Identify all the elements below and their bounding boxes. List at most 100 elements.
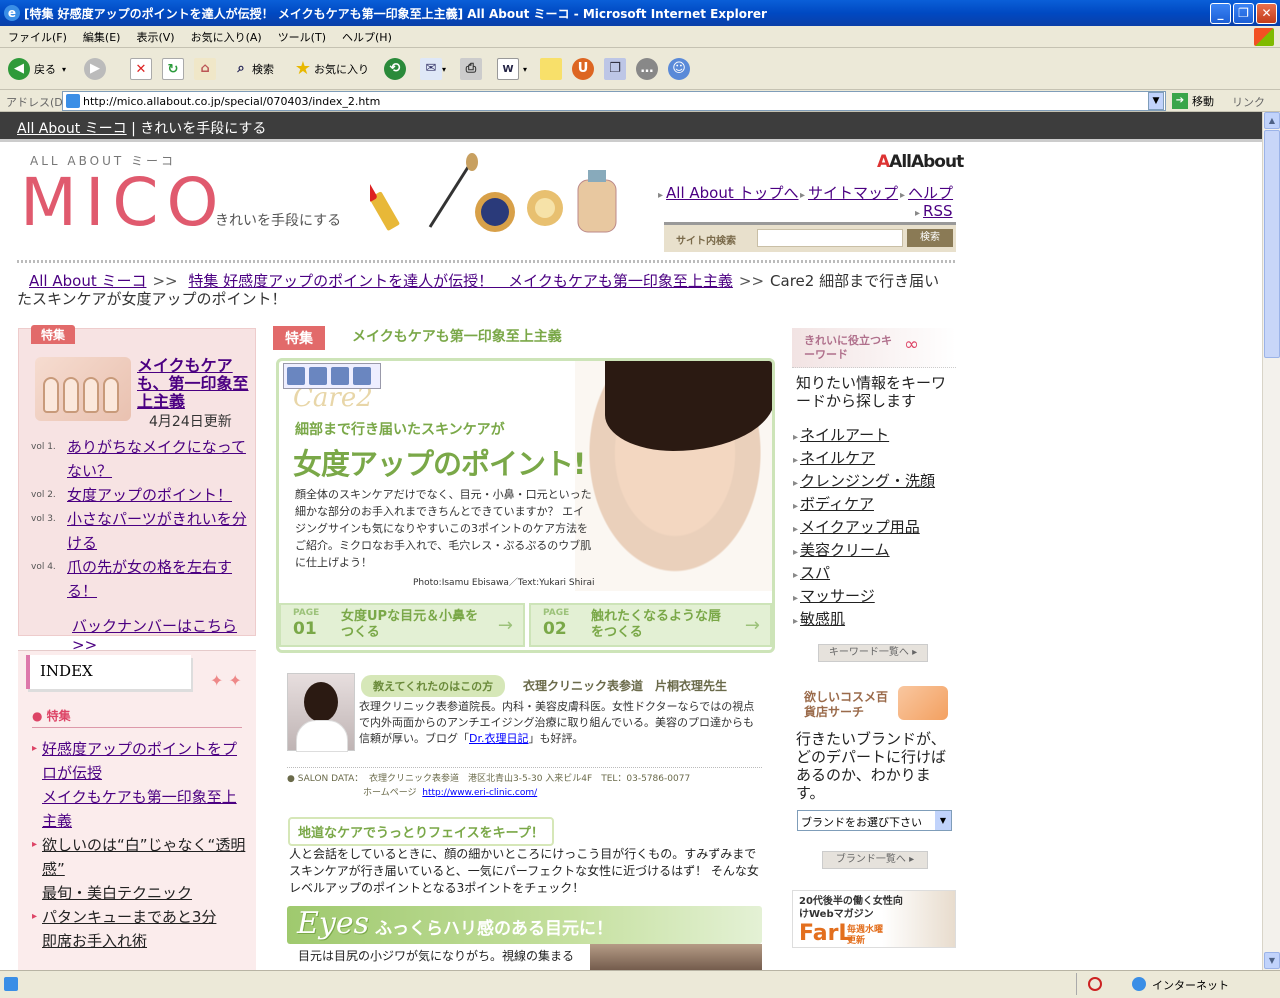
back-numbers-link[interactable]: バックナンバーはこちら >> <box>72 615 255 654</box>
favorites-button[interactable]: ★ お気に入り <box>292 57 369 81</box>
allabout-logo[interactable]: AAllAbout <box>877 152 964 172</box>
note-icon <box>540 58 562 80</box>
page-01-link[interactable]: PAGE 01 女度UPな目元＆小鼻をつくる → <box>279 603 525 647</box>
close-button[interactable]: ✕ <box>1256 3 1277 24</box>
status-bar: インターネット <box>0 970 1280 998</box>
hero-banner: Care2 細部まで行き届いたスキンケアが 女度アップのポイント! 顔全体のスキ… <box>276 358 775 653</box>
history-button[interactable]: ⟲ <box>384 57 406 81</box>
vol-item[interactable]: vol 2. 女度アップのポイント！ <box>31 483 251 507</box>
keyword-link[interactable]: ▸ マッサージ <box>793 585 875 606</box>
maximize-button[interactable]: ❐ <box>1233 3 1254 24</box>
section-heading: 地道なケアでうっとりフェイスをキープ！ <box>288 817 554 846</box>
keyword-link[interactable]: ▸ 美容クリーム <box>793 539 890 560</box>
vol-item[interactable]: vol 3. 小さなパーツがきれいを分ける <box>31 507 251 555</box>
search-label: サイト内検索 <box>676 236 736 247</box>
discuss-button[interactable]: … <box>636 57 658 81</box>
page-02-link[interactable]: PAGE 02 触れたくなるような唇をつくる → <box>529 603 772 647</box>
vol-item[interactable]: vol 1. ありがちなメイクになってない？ <box>31 435 251 483</box>
stop-button[interactable]: ✕ <box>130 57 152 81</box>
keyword-link[interactable]: ▸ ネイルケア <box>793 447 875 468</box>
scroll-thumb[interactable] <box>1264 130 1280 358</box>
image-toolbar[interactable] <box>283 363 381 389</box>
search-button[interactable]: ⌕ 検索 <box>230 57 274 81</box>
zone-label: インターネット <box>1152 979 1229 992</box>
index-category: ● 特集 <box>32 709 71 723</box>
keyword-link[interactable]: ▸ 敏感肌 <box>793 608 845 629</box>
feature-box: 特集 メイクもケアも、第一印象至上主義 4月24日更新 vol 1. ありがちなメ… <box>18 325 256 654</box>
links-label[interactable]: リンク <box>1232 94 1265 110</box>
index-item[interactable]: ▸ パタンキューまであと3分 <box>32 905 252 929</box>
cosmetics-illustration <box>370 153 617 233</box>
edit-button[interactable]: W ▾ <box>497 57 527 81</box>
index-item[interactable]: メイクもケアも第一印象至上主義 <box>32 785 252 833</box>
index-item[interactable]: 最旬・美白テクニック <box>32 881 252 905</box>
keyword-link[interactable]: ▸ クレンジング・洗顔 <box>793 470 935 491</box>
stop-icon: ✕ <box>130 58 152 80</box>
cosme-icon <box>898 686 948 720</box>
keyword-link[interactable]: ▸ ネイルアート <box>793 424 889 445</box>
arrow-right-icon: → <box>497 615 513 636</box>
refresh-button[interactable]: ↻ <box>162 57 184 81</box>
clinic-url-link[interactable]: http://www.eri-clinic.com/ <box>422 788 537 798</box>
nav-help[interactable]: ▸ ヘルプ <box>900 182 953 203</box>
feature-title-link[interactable]: メイクもケアも、第一印象至上主義 <box>137 357 249 411</box>
crumb-home[interactable]: All About ミーコ <box>29 272 146 290</box>
cosme-desc: 行きたいブランドが、どのデパートに行けばあるのか、わかります。 <box>796 730 947 802</box>
keyword-link[interactable]: ▸ ボディケア <box>793 493 874 514</box>
mico-logo[interactable]: MICO <box>20 164 226 241</box>
menu-view[interactable]: 表示(V) <box>128 26 182 48</box>
feature-tab: 特集 <box>31 325 76 344</box>
print-button[interactable]: ⎙ <box>460 57 482 81</box>
cosme-header: 欲しいコスメ百貨店サーチ <box>792 682 956 728</box>
magnifier-icon: ⌕ <box>237 61 245 76</box>
strip-site-link[interactable]: All About ミーコ <box>17 121 127 137</box>
home-button[interactable]: ⌂ <box>194 57 216 81</box>
search-button[interactable]: 検索 <box>907 229 953 247</box>
speech-bubble-icon: … <box>636 58 658 80</box>
mail-button[interactable]: ✉ ▾ <box>420 57 446 81</box>
menu-file[interactable]: ファイル(F) <box>0 26 75 48</box>
minimize-button[interactable]: _ <box>1210 3 1231 24</box>
eye-photo <box>590 944 762 970</box>
nav-top[interactable]: ▸ All About トップへ <box>658 182 799 203</box>
index-box: INDEX ✦ ✦ ● 特集 ▸ 好感度アップのポイントをプロが伝授 メイクもケア… <box>18 650 256 970</box>
go-button[interactable]: ➔ 移動 <box>1172 93 1214 109</box>
address-dropdown[interactable]: ▼ <box>1148 92 1164 110</box>
nav-sitemap[interactable]: ▸ サイトマップ <box>800 182 898 203</box>
blog-link[interactable]: Dr.衣理日記 <box>469 732 528 745</box>
logo-tagline: きれいを手段にする <box>215 213 342 229</box>
address-label: アドレス(D) <box>6 96 68 109</box>
messenger-button[interactable]: ☺ <box>668 57 690 81</box>
brand-select[interactable]: ブランドをお選び下さい ▼ <box>797 810 952 831</box>
address-input[interactable]: http://mico.allabout.co.jp/special/07040… <box>62 91 1166 111</box>
notes-button[interactable] <box>540 57 562 81</box>
menu-edit[interactable]: 編集(E) <box>75 26 129 48</box>
search-input[interactable] <box>757 229 903 247</box>
menu-favorites[interactable]: お気に入り(A) <box>183 26 270 48</box>
index-item[interactable]: ▸ 好感度アップのポイントをプロが伝授 <box>32 737 252 785</box>
forward-button[interactable]: ▶ <box>84 57 106 81</box>
page-icon <box>66 94 80 108</box>
eyes-text: 目元は目尻の小ジワが気になりがち。視線の集まる <box>298 949 575 963</box>
word-icon: W <box>497 58 519 80</box>
crumb-feature[interactable]: 特集 好感度アップのポイントを達人が伝授！ メイクもケアも第一印象至上主義 <box>188 272 732 290</box>
vertical-scrollbar[interactable]: ▲ ▼ <box>1262 112 1280 970</box>
keyword-link[interactable]: ▸ メイクアップ用品 <box>793 516 920 537</box>
scroll-down-icon: ▼ <box>1264 952 1280 969</box>
nav-rss[interactable]: ▸ RSS <box>915 202 953 220</box>
index-item[interactable]: ▸ 欲しいのは“白”じゃなく“透明感” <box>32 833 252 881</box>
farl-banner[interactable]: 20代後半の働く女性向けWebマガジン FarL 毎週水曜更新 <box>792 890 956 948</box>
keyword-link[interactable]: ▸ スパ <box>793 562 830 583</box>
menu-tools[interactable]: ツール(T) <box>270 26 334 48</box>
popup-blocked-icon[interactable] <box>1088 977 1102 991</box>
addon-button[interactable]: U <box>572 57 594 81</box>
research-button[interactable]: ❐ <box>604 57 626 81</box>
nail-image[interactable] <box>35 357 131 421</box>
menu-help[interactable]: ヘルプ(H) <box>334 26 400 48</box>
vol-item[interactable]: vol 4. 爪の先が女の格を左右する！ <box>31 555 251 603</box>
star-icon: ★ <box>294 58 312 79</box>
keyword-list-button[interactable]: キーワード一覧へ ▸ <box>818 644 928 662</box>
back-button[interactable]: ◀ 戻る ▾ <box>8 57 66 81</box>
brand-list-button[interactable]: ブランド一覧へ ▸ <box>822 851 928 869</box>
index-item[interactable]: 即席お手入れ術 <box>32 929 252 953</box>
